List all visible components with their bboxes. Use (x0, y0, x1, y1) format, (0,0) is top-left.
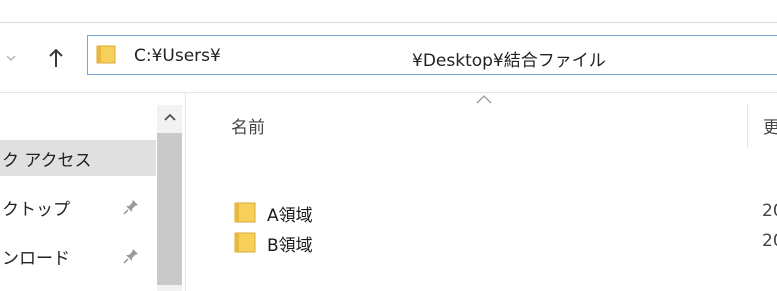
nav-item-label: ク アクセス (2, 150, 92, 171)
address-segment-users[interactable]: C:¥Users¥ (134, 46, 221, 66)
nav-item-quick-access[interactable]: ク アクセス (0, 140, 156, 176)
address-segment-desktop-folder[interactable]: ¥Desktop¥結合ファイル (412, 46, 606, 71)
up-button[interactable] (40, 41, 72, 75)
nav-item-label: ンロード (2, 248, 70, 269)
up-arrow-icon (49, 48, 63, 67)
window-top-edge (0, 0, 777, 22)
file-name: A領域 (267, 206, 313, 226)
scroll-up-button[interactable] (157, 105, 182, 129)
nav-item-downloads[interactable]: ンロード (0, 238, 156, 274)
column-divider[interactable] (747, 104, 748, 148)
scroll-up-icon (163, 113, 176, 121)
nav-item-label: クトップ (2, 199, 70, 220)
pin-icon (123, 249, 138, 264)
scrollbar-thumb[interactable] (157, 133, 182, 285)
file-row[interactable]: A領域 20 (230, 197, 777, 227)
column-header-date-modified[interactable]: 更 (763, 113, 777, 138)
file-date-modified: 20 (762, 231, 777, 251)
pin-icon (123, 200, 138, 215)
folder-icon (234, 232, 256, 253)
column-header-name[interactable]: 名前 (231, 113, 265, 138)
pane-divider[interactable] (185, 93, 186, 291)
folder-icon (234, 202, 256, 223)
file-date-modified: 20 (762, 201, 777, 221)
folder-icon (96, 45, 116, 64)
recent-locations-button[interactable] (0, 44, 22, 72)
sort-ascending-icon (476, 95, 492, 104)
nav-item-desktop[interactable]: クトップ (0, 189, 156, 225)
file-name: B領域 (267, 236, 313, 256)
chevron-down-icon (6, 55, 16, 62)
file-row[interactable]: B領域 20 (230, 227, 777, 257)
